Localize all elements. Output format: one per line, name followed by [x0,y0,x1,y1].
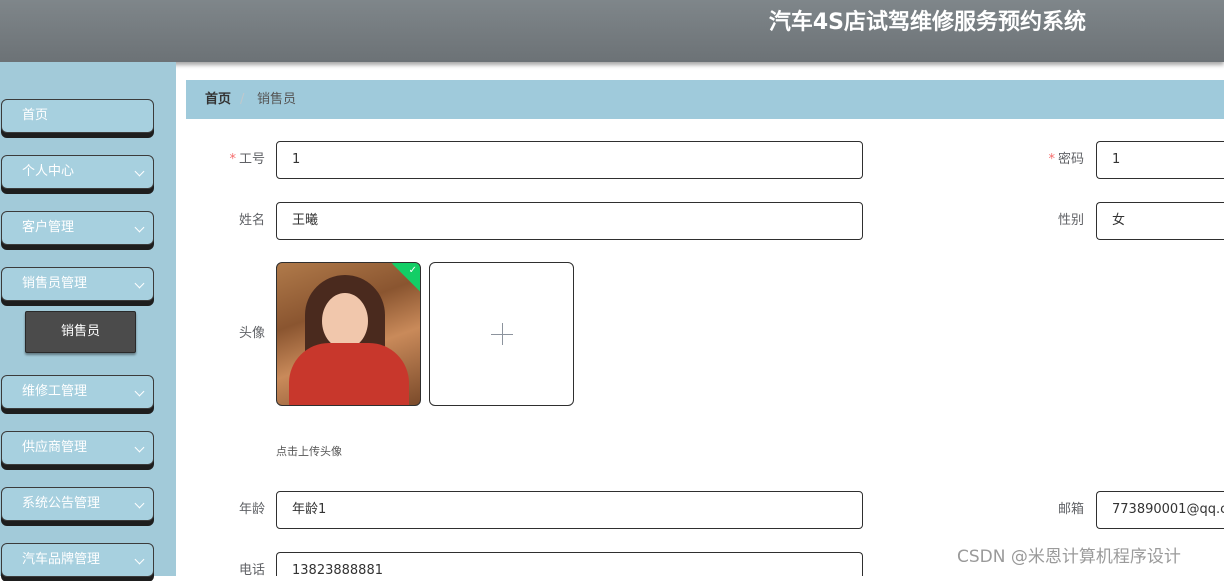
password-label: * 密码 [1048,152,1084,167]
sidebar-item-announcement-management[interactable]: 系统公告管理 [1,487,154,521]
avatar-face [322,293,368,349]
sidebar-item-label: 供应商管理 [22,440,88,455]
sidebar-item-mechanic-management[interactable]: 维修工管理 [1,375,154,409]
password-input[interactable]: 1 [1096,141,1224,179]
name-label: 姓名 [238,213,265,228]
sidebar-item-salesperson-management[interactable]: 销售员管理 [1,267,154,301]
phone-label: 电话 [238,563,265,578]
email-label: 邮箱 [1057,502,1084,517]
breadcrumb-separator: / [240,92,245,107]
sidebar-item-customer-management[interactable]: 客户管理 [1,211,154,245]
top-header: 汽车4S店试驾维修服务预约系统 [0,0,1224,62]
submenu-item-label: 销售员 [60,324,100,339]
age-input[interactable]: 年龄1 [276,491,863,529]
sidebar-item-car-brand-management[interactable]: 汽车品牌管理 [1,543,154,577]
sidebar-item-label: 个人中心 [22,164,75,179]
age-label: 年龄 [238,502,265,517]
breadcrumb: 首页 / 销售员 [186,80,1224,119]
sidebar-item-label: 销售员管理 [22,276,88,291]
employee-id-input[interactable]: 1 [276,141,863,179]
phone-input[interactable]: 13823888881 [276,552,863,576]
sidebar-item-label: 汽车品牌管理 [22,552,101,567]
plus-icon [502,323,503,345]
required-mark: * [229,152,236,167]
avatar-shirt [289,343,409,405]
gender-select[interactable]: 女 [1096,202,1224,240]
employee-id-label: * 工号 [229,152,265,167]
chevron-down-icon [134,278,145,289]
avatar-image[interactable]: ✓ [276,262,421,406]
sidebar-item-label: 首页 [22,108,49,123]
chevron-down-icon [134,386,145,397]
chevron-down-icon [134,222,145,233]
sidebar-item-label: 系统公告管理 [22,496,101,511]
watermark: CSDN @米恩计算机程序设计 [957,547,1181,567]
sidebar-item-home[interactable]: 首页 [1,99,154,133]
breadcrumb-home[interactable]: 首页 [205,80,231,119]
chevron-down-icon [134,498,145,509]
sidebar: 首页 个人中心 客户管理 销售员管理 销售员 维修工管理 供应商管理 系统公告管… [0,62,176,577]
chevron-down-icon [134,166,145,177]
required-mark: * [1048,152,1055,167]
sidebar-item-label: 维修工管理 [22,384,88,399]
avatar-upload-button[interactable] [429,262,574,406]
email-input[interactable]: 773890001@qq.com [1096,491,1224,529]
system-title: 汽车4S店试驾维修服务预约系统 [768,10,1086,35]
sidebar-item-personal-center[interactable]: 个人中心 [1,155,154,189]
check-icon: ✓ [408,265,417,276]
upload-hint: 点击上传头像 [276,445,342,458]
gender-label: 性别 [1057,213,1084,228]
chevron-down-icon [134,554,145,565]
name-input[interactable]: 王曦 [276,202,863,240]
sidebar-item-supplier-management[interactable]: 供应商管理 [1,431,154,465]
avatar-label: 头像 [238,326,265,341]
chevron-down-icon [134,442,145,453]
breadcrumb-current: 销售员 [257,92,297,107]
sidebar-item-label: 客户管理 [22,220,75,235]
submenu-item-salesperson[interactable]: 销售员 [25,311,136,353]
